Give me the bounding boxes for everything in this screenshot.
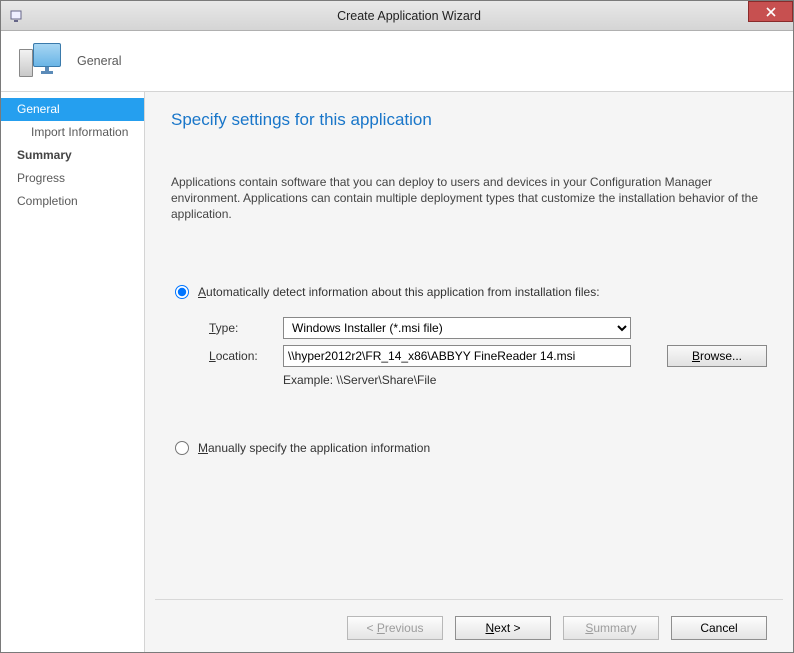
footer-divider (155, 599, 783, 600)
sidebar-item-progress[interactable]: Progress (1, 167, 144, 190)
sidebar-item-label: General (17, 102, 60, 116)
example-text: Example: \\Server\Share\File (283, 373, 631, 387)
location-label: Location: (209, 349, 273, 363)
sidebar-item-completion[interactable]: Completion (1, 190, 144, 213)
cancel-button[interactable]: Cancel (671, 616, 767, 640)
wizard-footer: < Previous Next > Summary Cancel (145, 616, 793, 640)
sidebar-item-label: Import Information (31, 125, 128, 139)
sidebar-item-import-information[interactable]: Import Information (1, 121, 144, 144)
close-button[interactable] (748, 1, 793, 22)
auto-detect-form: Type: Windows Installer (*.msi file) Loc… (209, 317, 767, 393)
wizard-steps-sidebar: General Import Information Summary Progr… (1, 91, 144, 652)
location-input[interactable] (283, 345, 631, 367)
computer-icon (19, 41, 61, 81)
wizard-main-panel: Specify settings for this application Ap… (144, 91, 793, 652)
summary-button: Summary (563, 616, 659, 640)
sidebar-item-label: Completion (17, 194, 78, 208)
sidebar-item-label: Summary (17, 148, 72, 162)
window-title: Create Application Wizard (25, 9, 793, 23)
radio-auto-detect-label[interactable]: Automatically detect information about t… (198, 285, 600, 299)
type-label: Type: (209, 321, 273, 335)
titlebar: Create Application Wizard (1, 1, 793, 31)
previous-button: < Previous (347, 616, 443, 640)
radio-manual-row: Manually specify the application informa… (171, 441, 767, 455)
banner-label: General (77, 54, 121, 68)
radio-auto-detect-row: Automatically detect information about t… (171, 285, 767, 299)
radio-manual-label[interactable]: Manually specify the application informa… (198, 441, 430, 455)
app-icon (9, 8, 25, 24)
wizard-banner: General (1, 31, 793, 91)
page-description: Applications contain software that you c… (171, 174, 767, 223)
browse-button[interactable]: Browse... (667, 345, 767, 367)
sidebar-item-general[interactable]: General (1, 98, 144, 121)
type-select[interactable]: Windows Installer (*.msi file) (283, 317, 631, 339)
sidebar-item-label: Progress (17, 171, 65, 185)
radio-manual[interactable] (175, 441, 189, 455)
page-heading: Specify settings for this application (171, 110, 767, 130)
sidebar-item-summary[interactable]: Summary (1, 144, 144, 167)
next-button[interactable]: Next > (455, 616, 551, 640)
radio-auto-detect[interactable] (175, 285, 189, 299)
